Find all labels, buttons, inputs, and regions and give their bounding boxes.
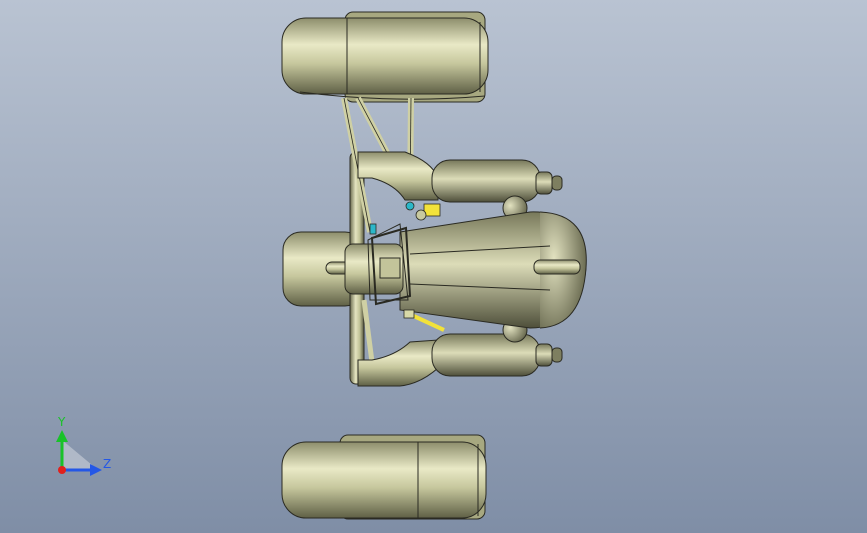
model-render[interactable] — [0, 0, 867, 533]
triad-z-label: Z — [103, 457, 112, 471]
triad-y-label: Y — [58, 415, 66, 429]
triad-x-origin-icon — [58, 466, 66, 474]
cad-graphics-viewport[interactable]: Y Z — [0, 0, 867, 533]
engine-body[interactable] — [399, 211, 587, 329]
wheel-top[interactable] — [281, 11, 489, 103]
wheel-bottom[interactable] — [281, 434, 487, 520]
